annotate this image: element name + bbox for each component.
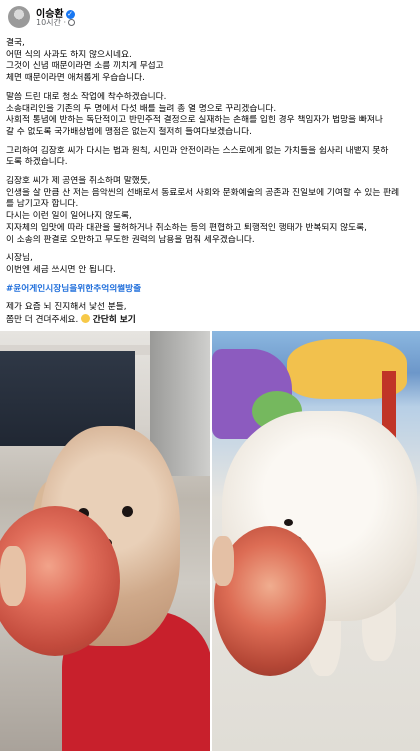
post-meta: 10시간 · (36, 17, 75, 28)
dog-eye (284, 519, 293, 526)
text-line: 그것이 신념 때문이라면 소름 끼치게 무섭고 (6, 61, 164, 72)
text-line: 김장호 씨가 제 공연을 취소하며 말했듯, (6, 176, 151, 187)
text-line: 지자체의 입맛에 따라 대관을 불허하거나 취소하는 등의 편협하고 퇴행적인 … (6, 222, 367, 233)
hand (0, 546, 26, 606)
dog-eye (122, 506, 133, 517)
closing-paragraph: 제가 요즘 뇌 진지해서 낯선 분들, 쫌만 더 견뎌주세요. 간단히 보기 (6, 302, 416, 326)
paragraph-5: 시장님, 이번엔 세금 쓰시면 안 됩니다. (6, 253, 416, 276)
hand (212, 536, 234, 586)
closing-line: 쫌만 더 견뎌주세요. 간단히 보기 (6, 314, 416, 327)
paragraph-4: 김장호 씨가 제 공연을 취소하며 말했듯, 인생을 살 만큼 산 저는 음악씬… (6, 176, 416, 246)
text-line: 다시는 이런 일이 일어나지 않도록, (6, 211, 132, 222)
paragraph-1: 결국, 어떤 식의 사과도 하지 않으시네요. 그것이 신념 때문이라면 소름 … (6, 38, 416, 85)
text-line: 쫌만 더 견뎌주세요. (6, 315, 79, 326)
post-timestamp[interactable]: 10시간 (36, 18, 61, 27)
paragraph-2: 말씀 드린 대로 청소 작업에 착수하겠습니다. 소송대리인을 기존의 두 명에… (6, 92, 416, 139)
see-less-button[interactable]: 간단히 보기 (93, 315, 136, 325)
hashtag-link[interactable]: #윤어게인시장님을위한추억의썰방출 (6, 284, 416, 296)
globe-icon (68, 19, 75, 26)
photo-right[interactable] (212, 331, 420, 751)
text-line: 를 남기고자 합니다. (6, 199, 79, 210)
post-body: 결국, 어떤 식의 사과도 하지 않으시네요. 그것이 신념 때문이라면 소름 … (6, 38, 416, 334)
text-line: 소송대리인을 기존의 두 명에서 다섯 배를 늘려 총 열 명으로 꾸리겠습니다… (6, 103, 277, 114)
text-line: 결국, (6, 38, 25, 48)
text-line: 인생을 살 만큼 산 저는 음악씬의 선배로서 동료로서 사회와 문화예술의 공… (6, 187, 400, 198)
text-line: 그리하여 김장호 씨가 다시는 법과 원칙, 시민과 안전이라는 스스로에게 없… (6, 145, 389, 156)
photo-left[interactable] (0, 331, 210, 751)
text-line: 말씀 드린 대로 청소 작업에 착수하겠습니다. (6, 91, 167, 102)
paragraph-3: 그리하여 김장호 씨가 다시는 법과 원칙, 시민과 안전이라는 스스로에게 없… (6, 146, 416, 169)
text-line: 갈 수 없도록 국가배상법에 맹점은 없는지 철저히 들여다보겠습니다. (6, 126, 252, 137)
text-line: 사회적 통념에 반하는 독단적이고 반민주적 결정으로 실재하는 손해를 입힌 … (6, 115, 383, 126)
author-avatar[interactable] (8, 6, 30, 28)
text-line: 체면 때문이라면 애처롭게 우습습니다. (6, 73, 145, 84)
text-line: 도록 하겠습니다. (6, 157, 68, 168)
text-line: 시장님, (6, 253, 33, 264)
text-line: 이 소송의 판결로 오만하고 무도한 권력의 남용을 멈춰 세우겠습니다. (6, 234, 255, 245)
hashtag-paragraph: #윤어게인시장님을위한추억의썰방출 (6, 284, 416, 296)
text-line: 제가 요즘 뇌 진지해서 낯선 분들, (6, 302, 127, 313)
text-line: 이번엔 세금 쓰시면 안 됩니다. (6, 264, 116, 275)
smiling-face-emoji (81, 314, 90, 324)
text-line: 어떤 식의 사과도 하지 않으시네요. (6, 49, 132, 60)
post-header: 이승환 ✓ 10시간 · (0, 0, 420, 32)
